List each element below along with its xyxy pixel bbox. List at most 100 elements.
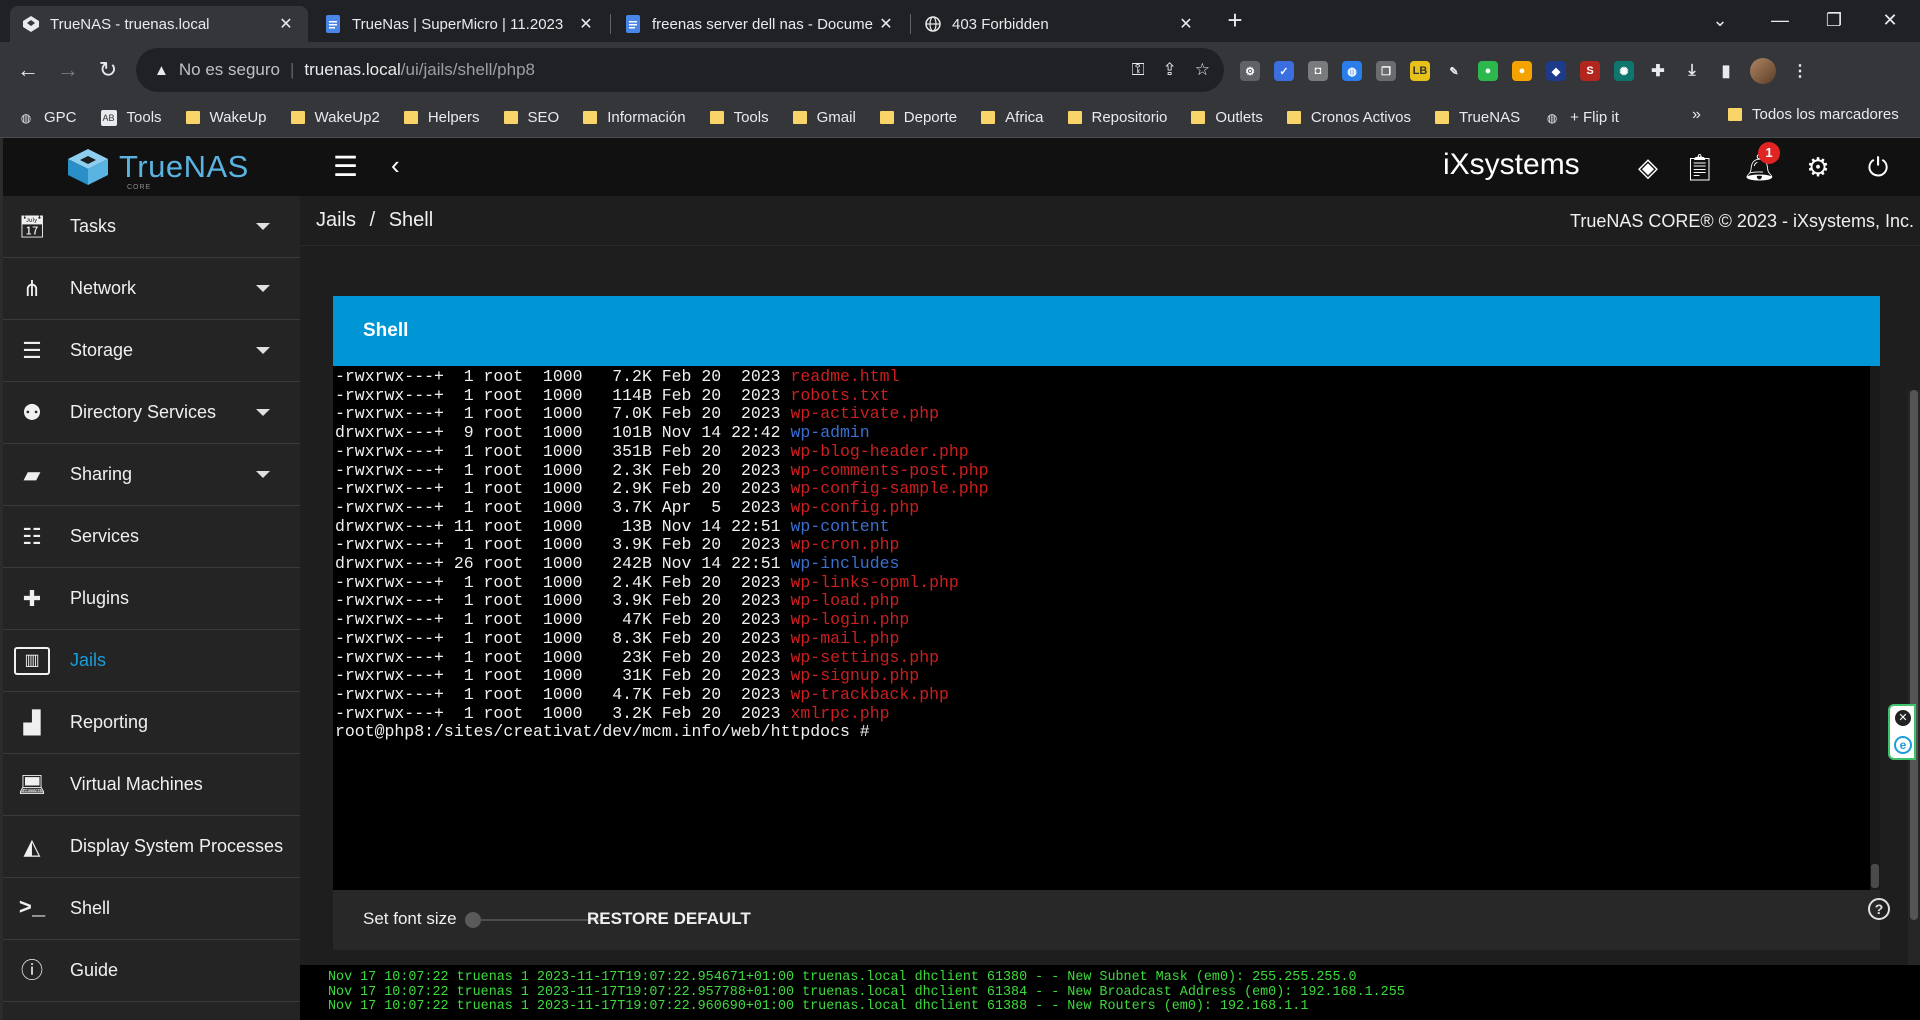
sidebar-item-guide[interactable]: ⓘ Guide [3,940,300,1002]
extension-globe-icon[interactable]: ◍ [1342,61,1362,81]
breadcrumb-jails[interactable]: Jails [316,209,356,231]
sidebar-item-virtual-machines[interactable]: 💻︎ Virtual Machines [3,754,300,816]
sidebar-item-sharing[interactable]: ▰ Sharing [3,444,300,506]
more-bookmarks-chevron-icon[interactable]: » [1692,106,1701,124]
bookmark-folder-outlets[interactable]: Outlets [1191,109,1263,126]
key-icon[interactable]: ⚿ [1132,60,1145,80]
bookmark-folder-seo[interactable]: SEO [503,109,559,126]
browser-tab-403[interactable]: 403 Forbidden ✕ [912,6,1208,42]
extension-gear-icon[interactable]: ⚙ [1240,61,1260,81]
bookmark-folder-wakeup2[interactable]: WakeUp2 [290,109,380,126]
star-icon[interactable]: ☆ [1195,60,1210,80]
browser-tab-truenas[interactable]: TrueNAS - truenas.local ✕ [10,6,308,42]
back-arrow-icon[interactable]: ← [12,54,44,86]
close-icon[interactable]: ✕ [576,14,596,34]
bookmark-folder-tools[interactable]: Tools [709,109,769,126]
terminal-line-meta: -rwxrwx---+ 1 root 1000 2.4K Feb 20 2023 [335,572,791,592]
folder-icon [1191,111,1206,124]
bookmark-label: Repositorio [1091,109,1168,126]
menu-kebab-icon[interactable]: ⋮ [1790,61,1810,81]
terminal-line-meta: -rwxrwx---+ 1 root 1000 7.0K Feb 20 2023 [335,404,791,424]
side-panel-icon[interactable]: ▮ [1716,61,1736,81]
bookmark-folder-wakeup[interactable]: WakeUp [185,109,267,126]
clipboard-tasks-icon[interactable]: 📋︎ [1683,152,1716,182]
new-tab-button[interactable]: + [1222,7,1248,34]
close-window-button[interactable]: ✕ [1870,6,1910,34]
reload-icon[interactable]: ↻ [92,54,124,86]
sidebar-item-shell[interactable]: >_ Shell [3,878,300,940]
bookmark-folder-repositorio[interactable]: Repositorio [1067,109,1168,126]
terminal-line-meta: -rwxrwx---+ 1 root 1000 3.7K Apr 5 2023 [335,497,791,517]
sidebar-item-network[interactable]: ⋔ Network [3,258,300,320]
extension-check-icon[interactable]: ✓ [1274,61,1294,81]
profile-avatar[interactable] [1750,58,1776,84]
extension-orange-icon[interactable]: ● [1512,61,1532,81]
menu-hamburger-icon[interactable]: ☰ [333,152,363,182]
extension-copy-icon[interactable]: ❐ [1376,61,1396,81]
close-icon[interactable]: ✕ [1895,710,1911,726]
browser-tab-freenas-doc[interactable]: freenas server dell nas - Docume ✕ [612,6,908,42]
sidebar-item-directory-services[interactable]: ⚉ Directory Services [3,382,300,444]
bookmark-gpc[interactable]: ◍ GPC [18,109,77,126]
sidebar-item-plugins[interactable]: ✚ Plugins [3,568,300,630]
download-icon[interactable]: ⤓ [1682,61,1702,81]
address-bar[interactable]: ▲ No es seguro | truenas.local /ui/jails… [136,48,1224,92]
bookmark-folder-helpers[interactable]: Helpers [403,109,480,126]
gear-icon[interactable]: ⚙ [1803,152,1833,182]
forward-arrow-icon[interactable]: → [52,54,84,86]
extension-atom-icon[interactable]: ✺ [1614,61,1634,81]
terminal-file-name: wp-config-sample.php [790,479,989,499]
truecommand-icon[interactable]: ◈ [1633,152,1663,182]
notification-badge: 1 [1758,142,1780,164]
bookmark-tools-app[interactable]: AB Tools [100,109,162,126]
bookmark-folder-gmail[interactable]: Gmail [792,109,856,126]
bookmark-flipit[interactable]: ◍ + Flip it [1544,109,1619,126]
browser-tab-supermicro[interactable]: TrueNas | SuperMicro | 11.2023 ✕ [312,6,608,42]
help-icon[interactable]: ? [1868,898,1890,920]
extensions-puzzle-icon[interactable]: ✚ [1648,61,1668,81]
sidebar-item-services[interactable]: ☷ Services [3,506,300,568]
sidebar-item-storage[interactable]: ☰ Storage [3,320,300,382]
storage-icon: ☰ [22,337,42,363]
minimize-button[interactable]: — [1760,6,1800,34]
bookmark-folder-cronos[interactable]: Cronos Activos [1286,109,1411,126]
extension-cube-icon[interactable]: ◆ [1546,61,1566,81]
restore-window-button[interactable]: ❐ [1814,6,1854,34]
extension-green-icon[interactable]: ● [1478,61,1498,81]
extension-e-icon[interactable]: e [1894,736,1912,754]
sidebar-item-display-system-processes[interactable]: ◭ Display System Processes [3,816,300,878]
side-extension-widget[interactable]: ✕ e [1888,704,1916,760]
terminal-scrollbar[interactable] [1870,366,1880,890]
terminal[interactable]: -rwxrwx---+ 1 root 1000 7.2K Feb 20 2023… [333,366,1880,890]
page-scrollbar-thumb[interactable] [1910,390,1918,920]
bookmark-folder-informacion[interactable]: Información [583,109,686,126]
all-bookmarks-folder[interactable]: Todos los marcadores [1728,106,1899,123]
terminal-scrollbar-thumb[interactable] [1871,864,1879,888]
font-size-slider-knob[interactable] [465,912,481,928]
restore-default-button[interactable]: RESTORE DEFAULT [587,909,751,929]
bookmark-folder-africa[interactable]: Africa [981,109,1044,126]
truenas-app: TrueNAS CORE ☰ ‹ iXsystems ◈ 📋︎ 🔔︎ 1 ⚙ ⏻… [0,138,1920,1020]
truenas-logo[interactable]: TrueNAS [65,147,249,187]
close-icon[interactable]: ✕ [876,14,896,34]
collapse-chevron-icon[interactable]: ‹ [391,150,411,180]
bookmark-folder-truenas[interactable]: TrueNAS [1434,109,1520,126]
extension-lb-icon[interactable]: LB [1410,61,1430,81]
terminal-prompt: root@php8:/sites/creativat/dev/mcm.info/… [335,722,880,742]
close-icon[interactable]: ✕ [276,14,296,34]
extension-seo-icon[interactable]: S [1580,61,1600,81]
extension-eyedropper-icon[interactable]: ✎ [1444,61,1464,81]
close-icon[interactable]: ✕ [1176,14,1196,34]
extension-camera-icon[interactable]: ◘ [1308,61,1328,81]
ixsystems-logo[interactable]: iXsystems [1443,148,1580,182]
font-size-slider-track[interactable] [473,919,603,921]
power-icon[interactable]: ⏻ [1863,152,1893,182]
share-icon[interactable]: ⇪ [1163,60,1177,80]
sidebar-item-jails[interactable]: ▥ Jails [3,630,300,692]
sidebar-item-reporting[interactable]: ▟ Reporting [3,692,300,754]
sidebar-item-tasks[interactable]: 📅︎ Tasks [3,196,300,258]
bookmark-label: Información [607,109,686,126]
tab-search-chevron-icon[interactable]: ⌄ [1700,6,1740,34]
bookmark-folder-deporte[interactable]: Deporte [879,109,957,126]
folder-icon [792,111,807,124]
